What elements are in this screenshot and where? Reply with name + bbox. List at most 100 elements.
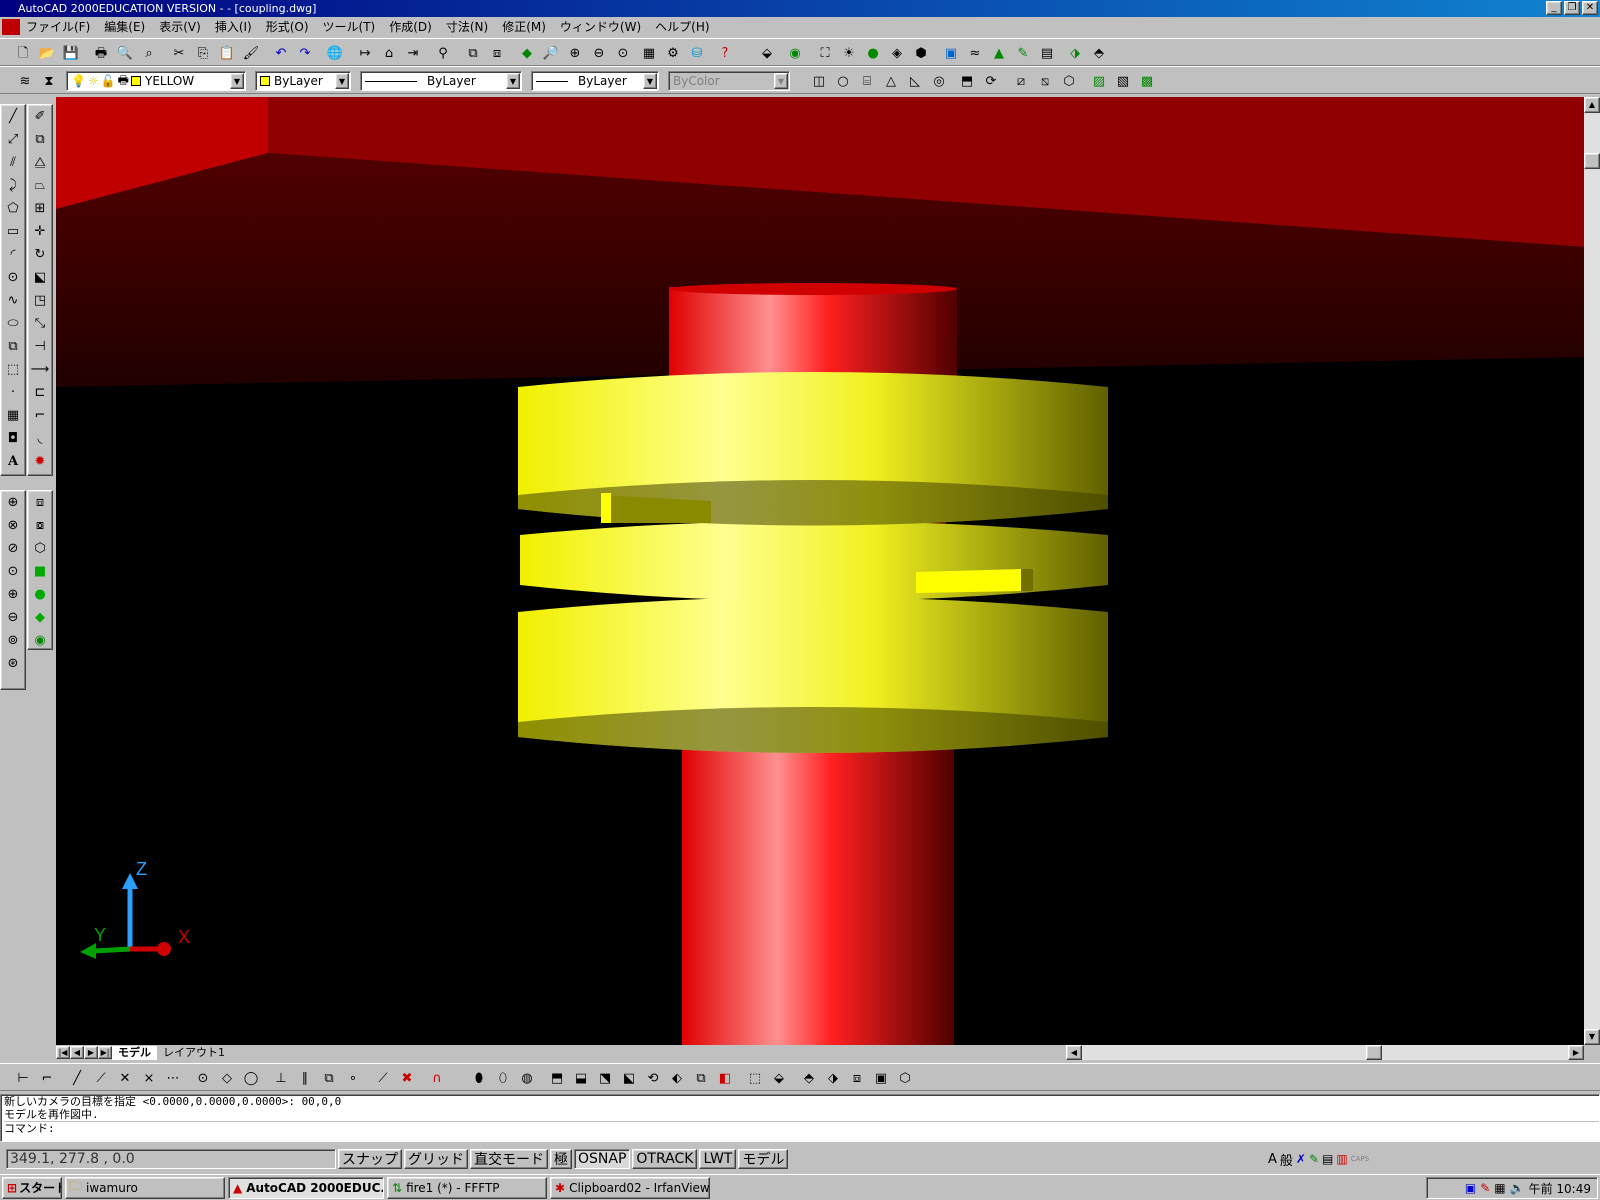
lengthen-icon[interactable]: ⤡ — [28, 312, 52, 335]
help-icon[interactable]: ? — [716, 44, 734, 62]
erase-icon[interactable]: ✐ — [28, 105, 52, 128]
network-icon[interactable]: ▣ — [1465, 1181, 1476, 1195]
menu-format[interactable]: 形式(O) — [266, 18, 309, 35]
snap-toggle[interactable]: スナップ — [338, 1149, 402, 1169]
first-tab-icon[interactable]: |◀ — [56, 1046, 70, 1059]
save-icon[interactable]: 💾 — [62, 44, 80, 62]
extrude-icon[interactable]: ⬒ — [958, 72, 976, 90]
paste-icon[interactable]: 📋 — [218, 44, 236, 62]
spline-icon[interactable]: ∿ — [1, 289, 25, 312]
iso-view-icon[interactable]: ⬡ — [28, 537, 52, 560]
shade-icon[interactable]: ⬙ — [758, 44, 776, 62]
zoom-extents-icon[interactable]: ⊛ — [1, 652, 25, 675]
snap-from-icon[interactable]: ⌐ — [38, 1069, 56, 1087]
chevron-down-icon[interactable]: ▼ — [643, 73, 657, 89]
rotate-icon[interactable]: ↻ — [28, 243, 52, 266]
insert-block-icon[interactable]: ⧉ — [1, 335, 25, 358]
trim-icon[interactable]: ⊣ — [28, 335, 52, 358]
inquiry-icon[interactable]: ⚲ — [434, 44, 452, 62]
snap-parallel-icon[interactable]: ∥ — [296, 1069, 314, 1087]
vertical-scrollbar[interactable]: ▲ ▼ — [1584, 97, 1600, 1045]
volume-icon[interactable]: 🔈 — [1510, 1181, 1525, 1195]
open-icon[interactable]: 📂 — [38, 44, 56, 62]
zoom-window-icon[interactable]: ⊕ — [566, 44, 584, 62]
named-views-icon[interactable]: ⧈ — [28, 491, 52, 514]
match-properties-icon[interactable]: 🖌 — [242, 44, 260, 62]
array-icon[interactable]: ⊞ — [28, 197, 52, 220]
solid-box-icon[interactable]: ■ — [28, 560, 52, 583]
subtract-icon[interactable]: ⬯ — [494, 1069, 512, 1087]
snap-quadrant-icon[interactable]: ◇ — [218, 1069, 236, 1087]
menu-view[interactable]: 表示(V) — [159, 18, 201, 35]
solid-wedge-icon[interactable]: ◆ — [28, 606, 52, 629]
arc-icon[interactable]: ◜ — [1, 243, 25, 266]
osnap-settings-icon[interactable]: ∩ — [428, 1069, 446, 1087]
menu-help[interactable]: ヘルプ(H) — [655, 18, 709, 35]
landscape-library-icon[interactable]: ▤ — [1038, 44, 1056, 62]
prev-tab-icon[interactable]: ◀ — [70, 1046, 84, 1059]
rotate-faces-icon[interactable]: ⟲ — [644, 1069, 662, 1087]
layer-manager-icon[interactable]: ≋ — [16, 72, 34, 90]
pen-icon[interactable]: ✎ — [1309, 1152, 1319, 1166]
undo-icon[interactable]: ↶ — [272, 44, 290, 62]
solid-sphere-icon[interactable]: ● — [28, 583, 52, 606]
zoom-scale-icon[interactable]: ⊘ — [1, 537, 25, 560]
vertical-scroll-thumb[interactable] — [1584, 153, 1600, 169]
command-prompt[interactable]: コマンド: — [4, 1121, 1599, 1135]
lineweight-dropdown[interactable]: ByLayer ▼ — [531, 71, 659, 91]
web-icon[interactable]: 🌐 — [326, 44, 344, 62]
snap-node-icon[interactable]: ∘ — [344, 1069, 362, 1087]
copy-object-icon[interactable]: ⧉ — [28, 128, 52, 151]
text-icon[interactable]: A — [1, 450, 25, 473]
app-menu-icon[interactable] — [2, 18, 20, 35]
setup-drawing-icon[interactable]: ▨ — [1090, 72, 1108, 90]
cylinder-icon[interactable]: ⌸ — [858, 72, 876, 90]
intersect-icon[interactable]: ◍ — [518, 1069, 536, 1087]
slice-icon[interactable]: ⧄ — [1012, 72, 1030, 90]
chevron-down-icon[interactable]: ▼ — [506, 73, 520, 89]
menu-edit[interactable]: 編集(E) — [104, 18, 145, 35]
point-icon[interactable]: · — [1, 381, 25, 404]
circle-icon[interactable]: ⊙ — [1, 266, 25, 289]
menu-tools[interactable]: ツール(T) — [323, 18, 376, 35]
line-icon[interactable]: ╱ — [1, 105, 25, 128]
shell-icon[interactable]: ▣ — [872, 1069, 890, 1087]
delete-faces-icon[interactable]: ⬕ — [620, 1069, 638, 1087]
dictionary-icon[interactable]: ▤ — [1322, 1152, 1333, 1166]
linetype-dropdown[interactable]: ByLayer ▼ — [360, 71, 522, 91]
materials-library-icon[interactable]: ⬢ — [912, 44, 930, 62]
database-icon[interactable]: ⛁ — [688, 44, 706, 62]
fog-icon[interactable]: ≈ — [966, 44, 984, 62]
extrude-faces-icon[interactable]: ⬒ — [548, 1069, 566, 1087]
scroll-up-button[interactable]: ▲ — [1584, 97, 1600, 113]
snap-apparent-intersection-icon[interactable]: ⨯ — [140, 1069, 158, 1087]
ellipse-icon[interactable]: ⬭ — [1, 312, 25, 335]
make-block-icon[interactable]: ⬚ — [1, 358, 25, 381]
taskbar-item-irfanview[interactable]: ✱ Clipboard02 - IrfanView — [550, 1176, 710, 1199]
scroll-down-button[interactable]: ▼ — [1584, 1029, 1600, 1045]
find-icon[interactable]: ⌕ — [140, 44, 158, 62]
setup-view-icon[interactable]: ▧ — [1114, 72, 1132, 90]
drawing-viewport[interactable]: Z X Y — [56, 97, 1584, 1045]
pen-tray-icon[interactable]: ✎ — [1480, 1181, 1490, 1195]
zoom-in-icon[interactable]: ⊕ — [1, 583, 25, 606]
cut-icon[interactable]: ✂ — [170, 44, 188, 62]
zoom-center-icon[interactable]: ⊙ — [1, 560, 25, 583]
cone-icon[interactable]: △ — [882, 72, 900, 90]
snap-extension-icon[interactable]: ⋯ — [164, 1069, 182, 1087]
ime-mode-icon[interactable]: 般 — [1280, 1150, 1293, 1169]
close-button[interactable]: ✕ — [1582, 1, 1598, 15]
solid-torus-icon[interactable]: ◉ — [28, 629, 52, 652]
print-preview-icon[interactable]: 🔍 — [116, 44, 134, 62]
move-icon[interactable]: ✛ — [28, 220, 52, 243]
menu-window[interactable]: ウィンドウ(W) — [560, 18, 641, 35]
model-toggle[interactable]: モデル — [738, 1149, 789, 1169]
zoom-window-icon[interactable]: ⊕ — [1, 491, 25, 514]
extend-icon[interactable]: ⟶ — [28, 358, 52, 381]
snap-tangent-icon[interactable]: ◯ — [242, 1069, 260, 1087]
separate-icon[interactable]: ⧈ — [848, 1069, 866, 1087]
menu-file[interactable]: ファイル(F) — [26, 18, 90, 35]
copy-faces-icon[interactable]: ⧉ — [692, 1069, 710, 1087]
landscape-icon[interactable]: ▲ — [990, 44, 1008, 62]
clock[interactable]: 午前 10:49 — [1529, 1180, 1591, 1197]
